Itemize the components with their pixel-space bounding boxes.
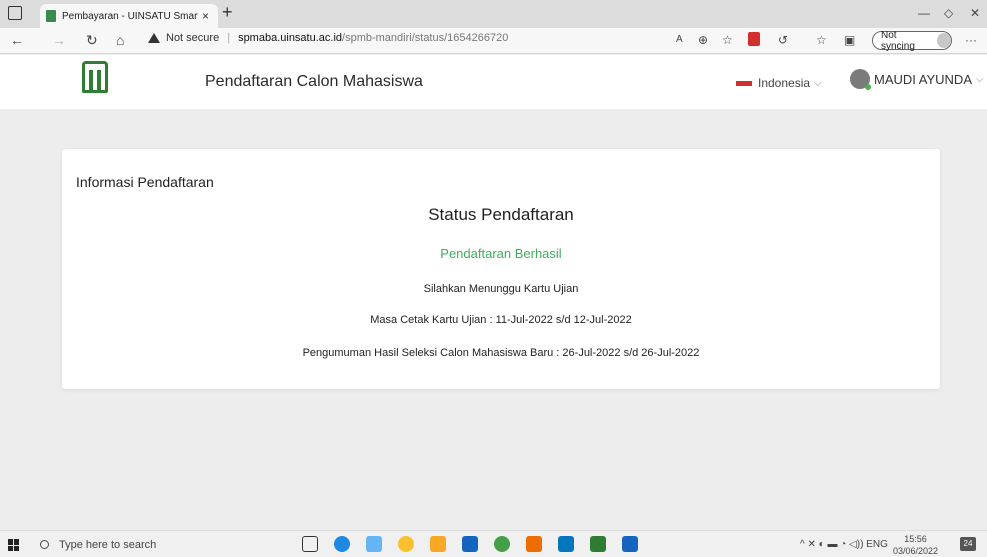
sync-button[interactable]: Not syncing [872, 29, 952, 52]
sync-label: Not syncing [881, 29, 915, 52]
read-aloud-icon[interactable]: A [676, 32, 683, 48]
announcement-period: Pengumuman Hasil Seleksi Calon Mahasiswa… [302, 347, 700, 359]
word-icon[interactable] [622, 536, 638, 552]
warning-icon [148, 33, 160, 43]
task-view-icon[interactable] [302, 536, 318, 552]
browser-tab[interactable]: Pembayaran - UINSATU SmartCa × [40, 4, 218, 28]
forward-arrow-icon[interactable]: → [52, 32, 66, 48]
app-orange-icon[interactable] [526, 536, 542, 552]
university-logo-icon[interactable] [82, 61, 108, 93]
search-icon [40, 540, 49, 549]
site-title: Pendaftaran Calon Mahasiswa [205, 73, 423, 90]
more-menu-icon[interactable]: ··· [965, 32, 977, 48]
chevron-down-icon: ⌵ [814, 77, 822, 89]
chrome-alt-icon[interactable] [494, 536, 510, 552]
extension-icon[interactable] [748, 32, 760, 46]
user-avatar [850, 69, 871, 90]
url-host: spmaba.uinsatu.ac.id [238, 32, 343, 44]
photoshop-icon[interactable] [462, 536, 478, 552]
flag-indonesia-icon [736, 80, 752, 86]
address-separator: | [227, 32, 231, 44]
tab-close-icon[interactable]: × [202, 9, 209, 23]
chevron-down-icon: ⌵ [976, 73, 984, 85]
clock-time: 15:56 [904, 534, 927, 544]
browser-tab-strip: Pembayaran - UINSATU SmartCa × + — ◇ ✕ [0, 0, 987, 28]
address-bar[interactable]: Not secure | spmaba.uinsatu.ac.id /spmb-… [148, 32, 508, 44]
tab-actions-icon[interactable] [8, 6, 22, 20]
profile-avatar-icon [936, 33, 951, 48]
favorites-icon[interactable]: ☆ [816, 32, 827, 48]
tab-title: Pembayaran - UINSATU SmartCa [62, 10, 198, 22]
minimize-icon[interactable]: — [918, 6, 930, 20]
site-favicon-icon [46, 10, 56, 22]
status-title: Status Pendaftaran [428, 205, 574, 224]
print-period: Masa Cetak Kartu Ujian : 11-Jul-2022 s/d… [370, 314, 632, 326]
windows-start-icon[interactable] [8, 539, 20, 551]
new-tab-button[interactable]: + [222, 2, 233, 23]
edge-icon[interactable] [334, 536, 350, 552]
waiting-message: Silahkan Menunggu Kartu Ujian [423, 283, 579, 295]
excel-icon[interactable] [590, 536, 606, 552]
clock-date: 03/06/2022 [893, 546, 939, 556]
collections-list-icon[interactable]: ▣ [844, 32, 855, 48]
taskbar-clock[interactable]: 15:56 03/06/2022 [893, 533, 938, 557]
windows-taskbar: Type here to search ^ ✕ ◐ ▬ ◔ ◁)) ENG 15… [0, 530, 987, 557]
user-name: MAUDI AYUNDA [874, 71, 972, 87]
close-window-icon[interactable]: ✕ [970, 6, 980, 20]
notification-center-icon[interactable]: 24 [960, 537, 976, 551]
tray-language: ENG [866, 539, 888, 550]
system-tray[interactable]: ^ ✕ ◐ ▬ ◔ ◁)) ENG [800, 539, 888, 550]
url-path: /spmb-mandiri/status/1654266720 [342, 32, 509, 44]
restore-icon[interactable]: ◇ [944, 6, 953, 20]
back-arrow-icon[interactable]: ← [10, 32, 24, 48]
app-icon[interactable] [366, 536, 382, 552]
zoom-icon[interactable]: ⊕ [698, 32, 708, 48]
card-heading: Informasi Pendaftaran [76, 174, 214, 190]
taskbar-search[interactable]: Type here to search [28, 533, 248, 556]
status-result: Pendaftaran Berhasil [440, 246, 562, 261]
chrome-icon[interactable] [398, 536, 414, 552]
home-icon[interactable]: ⌂ [116, 32, 124, 48]
browser-toolbar: ← → ↻ ⌂ Not secure | spmaba.uinsatu.ac.i… [0, 28, 987, 54]
user-menu[interactable]: MAUDI AYUNDA ⌵ [850, 69, 984, 90]
app-blue-icon[interactable] [558, 536, 574, 552]
collections-icon[interactable]: ↺ [778, 32, 788, 48]
site-header: Pendaftaran Calon Mahasiswa Indonesia ⌵ … [0, 55, 987, 109]
language-label: Indonesia [758, 76, 811, 90]
not-secure-label[interactable]: Not secure [166, 32, 219, 44]
file-explorer-icon[interactable] [430, 536, 446, 552]
language-selector[interactable]: Indonesia ⌵ [736, 76, 822, 90]
taskbar-search-placeholder: Type here to search [59, 538, 157, 551]
registration-info-card: Informasi Pendaftaran Status Pendaftaran… [62, 149, 940, 389]
favorite-add-icon[interactable]: ☆ [722, 32, 733, 48]
tray-icons: ^ ✕ ◐ ▬ ◔ ◁)) [800, 539, 867, 550]
refresh-icon[interactable]: ↻ [86, 32, 98, 48]
